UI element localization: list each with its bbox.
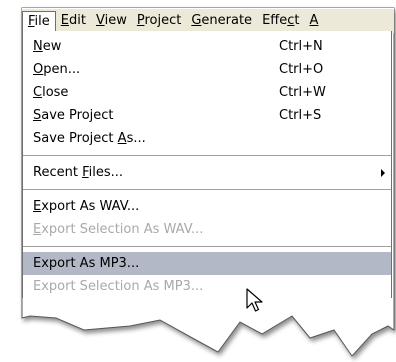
menu-separator — [23, 155, 391, 156]
new-shortcut: Ctrl+N — [279, 39, 323, 54]
menu-item-export-selection-mp3: Export Selection As MP3... — [23, 275, 391, 298]
menu-edit[interactable]: Edit — [56, 11, 91, 31]
menu-item-export-mp3[interactable]: Export As MP3... — [23, 252, 391, 275]
menu-project[interactable]: Project — [132, 11, 187, 31]
menu-item-save-project[interactable]: Save Project Ctrl+S — [23, 104, 391, 127]
menu-analyze[interactable]: A — [305, 11, 324, 31]
menu-view[interactable]: View — [91, 11, 132, 31]
menu-separator — [23, 189, 391, 190]
save-project-shortcut: Ctrl+S — [279, 108, 322, 123]
recent-files-label: Recent Files... — [33, 165, 124, 180]
menu-item-export-wav[interactable]: Export As WAV... — [23, 195, 391, 218]
file-menu-dropdown: New Ctrl+N Open... Ctrl+O Close Ctrl+W S… — [22, 31, 392, 298]
export-mp3-label: Export As MP3... — [33, 256, 140, 271]
menu-item-export-selection-wav: Export Selection As WAV... — [23, 218, 391, 241]
menu-file[interactable]: File — [22, 11, 56, 33]
export-wav-label: Export As WAV... — [33, 199, 140, 214]
menu-bar: File Edit View Project Generate Effect A — [22, 8, 394, 33]
save-project-label: Save Project — [33, 108, 114, 123]
menu-project-label: roject — [144, 13, 182, 28]
menu-item-save-project-as[interactable]: Save Project As... — [23, 127, 391, 150]
menu-edit-label: dit — [69, 13, 86, 28]
menu-effect[interactable]: Effect — [257, 11, 304, 31]
menu-view-label: iew — [104, 13, 127, 28]
menu-effect-label-a: Effe — [262, 13, 288, 28]
menu-item-new[interactable]: New Ctrl+N — [23, 35, 391, 58]
export-selection-wav-label: Export Selection As WAV... — [33, 222, 204, 237]
open-label: Open... — [33, 62, 81, 77]
export-selection-mp3-label: Export Selection As MP3... — [33, 279, 204, 294]
menu-file-label: ile — [34, 14, 50, 29]
menu-item-open[interactable]: Open... Ctrl+O — [23, 58, 391, 81]
menu-effect-label-b: t — [294, 13, 300, 28]
menu-separator — [23, 246, 391, 247]
close-shortcut: Ctrl+W — [279, 85, 326, 100]
mouse-pointer-icon — [246, 288, 263, 312]
menu-generate-label: enerate — [201, 13, 253, 28]
open-shortcut: Ctrl+O — [279, 62, 324, 77]
menu-item-close[interactable]: Close Ctrl+W — [23, 81, 391, 104]
submenu-arrow-icon — [381, 169, 385, 177]
close-label: Close — [33, 85, 69, 100]
menu-item-recent-files[interactable]: Recent Files... — [23, 161, 391, 184]
save-project-as-label: Save Project As... — [33, 131, 146, 146]
new-label: New — [33, 39, 62, 54]
menu-generate[interactable]: Generate — [186, 11, 257, 31]
